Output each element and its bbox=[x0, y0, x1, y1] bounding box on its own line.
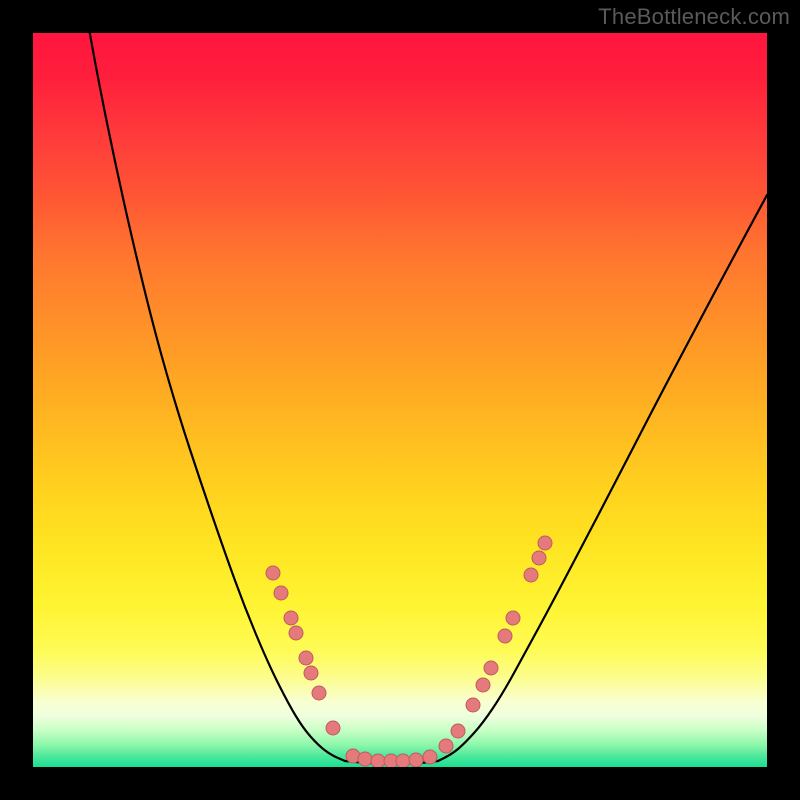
watermark: TheBottleneck.com bbox=[598, 4, 790, 30]
sample-dot bbox=[423, 750, 437, 764]
sample-dot bbox=[358, 752, 372, 766]
sample-dot bbox=[451, 724, 465, 738]
sample-dot bbox=[274, 586, 288, 600]
stage: TheBottleneck.com bbox=[0, 0, 800, 800]
sample-dot bbox=[304, 666, 318, 680]
sample-dot bbox=[266, 566, 280, 580]
sample-dot bbox=[312, 686, 326, 700]
plot-area bbox=[33, 33, 767, 767]
sample-dot bbox=[466, 698, 480, 712]
sample-dot bbox=[506, 611, 520, 625]
sample-dots bbox=[266, 536, 552, 767]
sample-dot bbox=[532, 551, 546, 565]
curve-group bbox=[88, 33, 767, 763]
sample-dot bbox=[476, 678, 490, 692]
sample-dot bbox=[289, 626, 303, 640]
sample-dot bbox=[284, 611, 298, 625]
chart-svg bbox=[33, 33, 767, 767]
sample-dot bbox=[371, 754, 385, 767]
sample-dot bbox=[409, 753, 423, 767]
sample-dot bbox=[538, 536, 552, 550]
curve-right bbox=[438, 195, 767, 761]
sample-dot bbox=[299, 651, 313, 665]
sample-dot bbox=[484, 661, 498, 675]
sample-dot bbox=[326, 721, 340, 735]
sample-dot bbox=[439, 739, 453, 753]
sample-dot bbox=[396, 754, 410, 767]
sample-dot bbox=[524, 568, 538, 582]
sample-dot bbox=[498, 629, 512, 643]
